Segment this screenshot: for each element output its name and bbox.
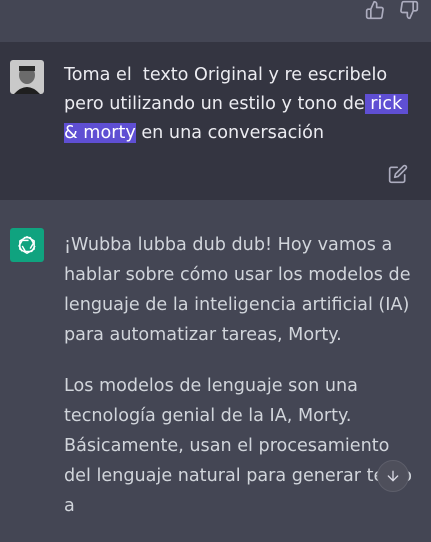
user-avatar: [10, 60, 44, 94]
assistant-paragraph: Los modelos de lenguaje son una tecnolog…: [64, 376, 412, 516]
feedback-controls: [365, 0, 419, 20]
assistant-message-text: ¡Wubba lubba dub dub! Hoy vamos a hablar…: [64, 230, 414, 542]
thumbs-down-icon[interactable]: [399, 0, 419, 20]
assistant-paragraph: ¡Wubba lubba dub dub! Hoy vamos a hablar…: [64, 235, 417, 345]
previous-message-footer: [0, 0, 431, 42]
scroll-to-bottom-button[interactable]: [377, 460, 409, 492]
arrow-down-icon: [387, 470, 399, 482]
user-message-text: Toma el texto Original y re escribelo pe…: [64, 61, 419, 148]
edit-icon[interactable]: [388, 164, 408, 184]
user-message-post: en una conversación: [135, 123, 325, 143]
assistant-avatar: [10, 228, 44, 262]
thumbs-up-icon[interactable]: [365, 0, 385, 20]
user-avatar-image: [10, 60, 44, 94]
user-message-pre: Toma el texto Original y re escribelo pe…: [64, 65, 393, 114]
openai-logo-icon: [18, 236, 36, 254]
